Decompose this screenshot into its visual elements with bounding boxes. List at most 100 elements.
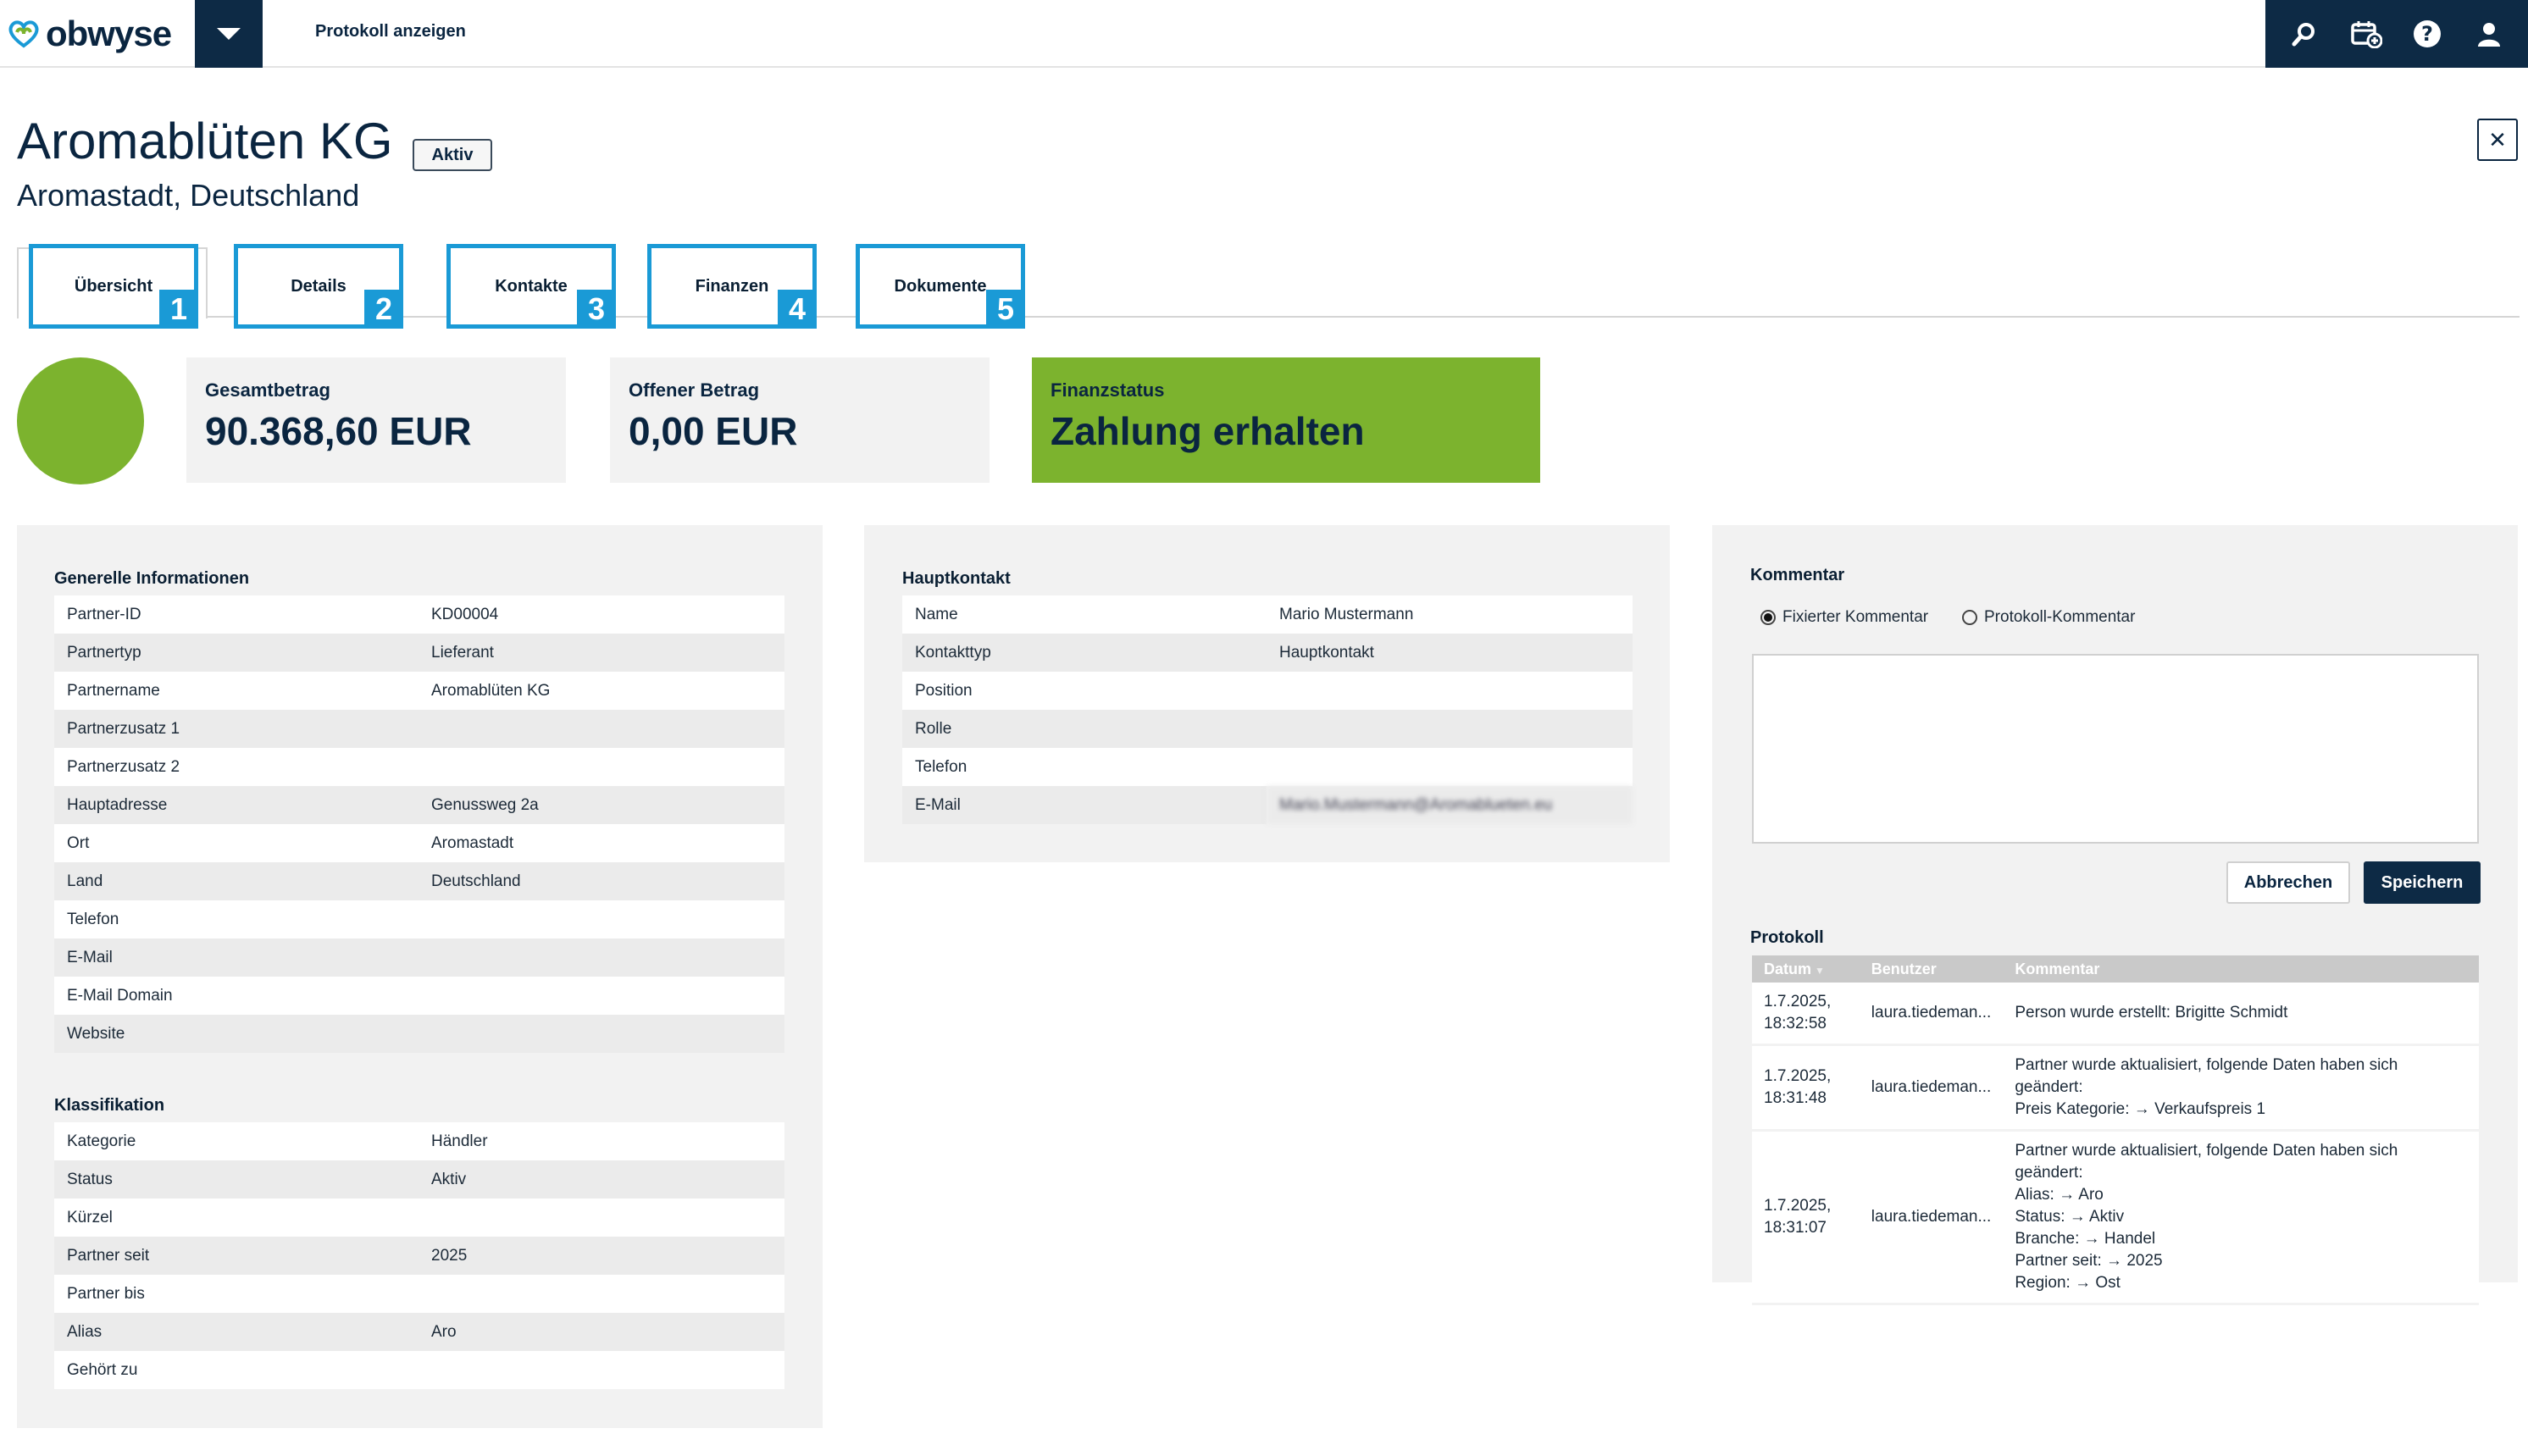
row-label: Website [54, 1015, 419, 1053]
save-button[interactable]: Speichern [2364, 861, 2481, 904]
kpi-finance-status: Finanzstatus Zahlung erhalten [1032, 357, 1540, 483]
table-row: Kontakttyp Hauptkontakt [902, 634, 1633, 672]
table-row: Partner seit 2025 [54, 1237, 784, 1275]
row-label: Kürzel [54, 1199, 419, 1237]
radio-fixed-comment[interactable]: Fixierter Kommentar [1760, 608, 1928, 627]
table-row: Partner bis [54, 1275, 784, 1313]
tab-number: 5 [986, 290, 1025, 329]
page-title: Aromablüten KG [17, 113, 393, 169]
section-title-log: Protokoll [1750, 928, 1824, 947]
table-row: Partnerzusatz 1 [54, 710, 784, 748]
top-bar: obwyse Protokoll anzeigen ? [0, 0, 2528, 68]
log-user: laura.tiedeman... [1859, 1130, 2004, 1305]
row-value [419, 1351, 784, 1389]
comment-textarea[interactable] [1752, 654, 2479, 844]
section-title-classification: Klassifikation [54, 1096, 165, 1115]
page-subtitle: Aromastadt, Deutschland [17, 178, 360, 213]
row-value: 2025 [419, 1237, 784, 1275]
table-row: Telefon [54, 900, 784, 938]
row-value [419, 1199, 784, 1237]
table-row: Kategorie Händler [54, 1122, 784, 1160]
classification-table: Kategorie Händler Status Aktiv Kürzel Partner… [54, 1122, 784, 1389]
row-label: Ort [54, 824, 419, 862]
table-row: Hauptadresse Genussweg 2a [54, 786, 784, 824]
table-row: Position [902, 672, 1633, 710]
table-row: Partnerzusatz 2 [54, 748, 784, 786]
row-label: Partner seit [54, 1237, 419, 1275]
status-indicator-circle [17, 357, 144, 484]
row-label: E-Mail [902, 786, 1267, 824]
table-row: Telefon [902, 748, 1633, 786]
calendar-add-icon[interactable] [2345, 13, 2387, 55]
tab-details[interactable]: Details 2 [234, 244, 403, 329]
table-row: Website [54, 1015, 784, 1053]
kpi-value: Zahlung erhalten [1051, 409, 1365, 453]
col-header-date[interactable]: Datum ▼ [1752, 955, 1860, 983]
table-row: Rolle [902, 710, 1633, 748]
close-button[interactable]: ✕ [2477, 119, 2518, 161]
row-label: Gehört zu [54, 1351, 419, 1389]
log-user: laura.tiedeman... [1859, 1044, 2004, 1132]
row-label: Hauptadresse [54, 786, 419, 824]
row-value: Aromastadt [419, 824, 784, 862]
table-row: Kürzel [54, 1199, 784, 1237]
row-value [419, 977, 784, 1015]
tab-contacts[interactable]: Kontakte 3 [446, 244, 616, 329]
table-row: 1.7.2025, 18:31:48 laura.tiedeman... Partn… [1752, 1044, 2479, 1132]
row-label: E-Mail [54, 938, 419, 977]
cancel-button[interactable]: Abbrechen [2226, 861, 2350, 904]
tab-number: 1 [159, 290, 198, 329]
sort-down-icon: ▼ [1815, 964, 1825, 977]
row-label: Partner-ID [54, 595, 419, 634]
row-label: E-Mail Domain [54, 977, 419, 1015]
tab-label: Details [291, 276, 346, 296]
table-row: Alias Aro [54, 1313, 784, 1351]
row-value [419, 900, 784, 938]
tab-documents[interactable]: Dokumente 5 [856, 244, 1025, 329]
table-row: Land Deutschland [54, 862, 784, 900]
row-label: Kontakttyp [902, 634, 1267, 672]
tab-overview[interactable]: Übersicht 1 [29, 244, 198, 329]
help-icon[interactable]: ? [2406, 13, 2448, 55]
section-title-contact: Hauptkontakt [902, 569, 1011, 588]
row-label: Position [902, 672, 1267, 710]
show-log-link[interactable]: Protokoll anzeigen [315, 22, 466, 42]
row-value [1267, 710, 1633, 748]
kpi-value: 90.368,60 EUR [205, 409, 472, 453]
row-value [419, 1275, 784, 1313]
general-info-table: Partner-ID KD00004 Partnertyp Lieferant Part… [54, 595, 784, 1053]
table-row: Partnername Aromablüten KG [54, 672, 784, 710]
row-value: Aro [419, 1313, 784, 1351]
radio-log-comment[interactable]: Protokoll-Kommentar [1962, 608, 2135, 627]
header-label: Datum [1764, 960, 1812, 977]
search-icon[interactable] [2283, 13, 2326, 55]
row-value [419, 710, 784, 748]
row-label: Rolle [902, 710, 1267, 748]
svg-text:?: ? [2421, 22, 2433, 46]
row-label: Telefon [54, 900, 419, 938]
logo[interactable]: obwyse [7, 12, 172, 56]
tab-label: Finanzen [695, 276, 769, 296]
header-label: Benutzer [1871, 960, 1937, 977]
section-title-comment: Kommentar [1750, 566, 1845, 584]
tab-number: 2 [364, 290, 403, 329]
kpi-value: 0,00 EUR [629, 409, 798, 453]
row-value [419, 748, 784, 786]
top-actions: ? [2265, 0, 2528, 68]
status-badge: Aktiv [413, 139, 492, 171]
user-icon[interactable] [2468, 13, 2510, 55]
col-header-user[interactable]: Benutzer [1859, 955, 2004, 983]
col-header-comment[interactable]: Kommentar [2003, 955, 2479, 983]
kpi-label: Offener Betrag [629, 379, 760, 401]
menu-dropdown-button[interactable] [195, 0, 263, 68]
log-date: 1.7.2025, 18:31:07 [1752, 1130, 1860, 1305]
row-label: Land [54, 862, 419, 900]
log-comment: Partner wurde aktualisiert, folgende Dat… [2003, 1130, 2479, 1305]
kpi-open-amount: Offener Betrag 0,00 EUR [610, 357, 990, 483]
tab-number: 4 [778, 290, 817, 329]
table-row: Partner-ID KD00004 [54, 595, 784, 634]
tab-finances[interactable]: Finanzen 4 [647, 244, 817, 329]
row-value: Mario.Mustermann@Aromablueten.eu [1267, 786, 1633, 824]
table-row: Name Mario Mustermann [902, 595, 1633, 634]
radio-label: Protokoll-Kommentar [1984, 608, 2136, 626]
